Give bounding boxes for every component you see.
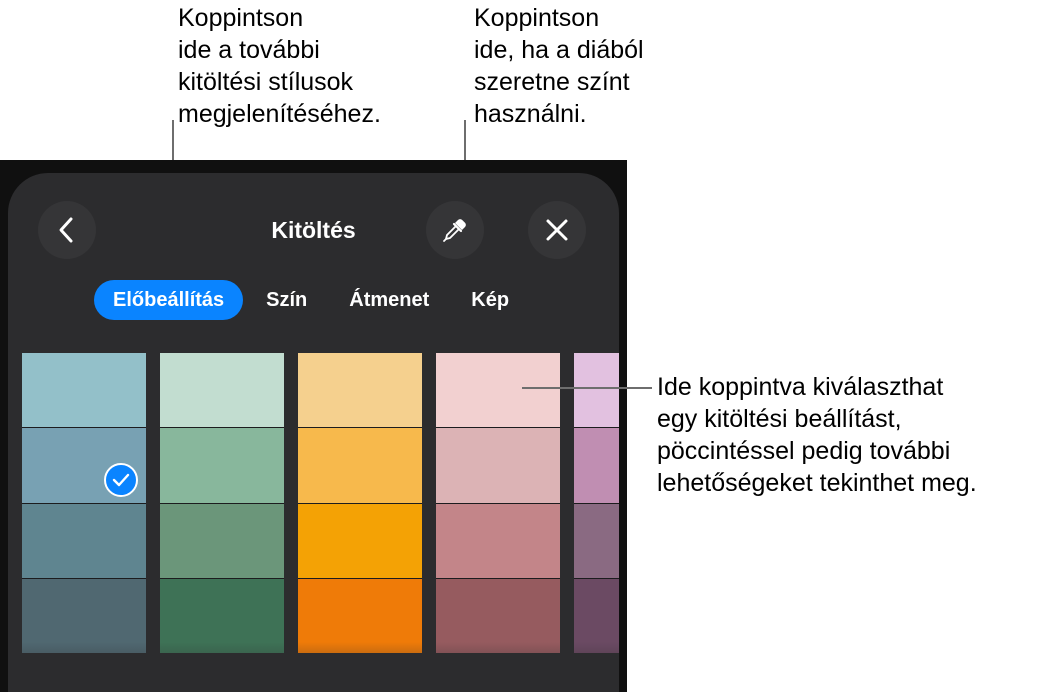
callout-fill-styles: Koppintson ide a további kitöltési stílu… xyxy=(178,4,381,128)
close-button[interactable] xyxy=(528,201,586,259)
swatch-cell[interactable] xyxy=(574,353,619,429)
tab-2[interactable]: Átmenet xyxy=(330,280,448,320)
swatch-cell[interactable] xyxy=(298,428,422,504)
callout-swatches: Ide koppintva kiválaszthat egy kitöltési… xyxy=(657,373,977,497)
panel-bottom-fade xyxy=(8,642,619,692)
swatch-cell[interactable] xyxy=(436,353,560,429)
swatch-cell[interactable] xyxy=(22,503,146,579)
swatch-column-0[interactable] xyxy=(22,353,146,653)
fill-panel: Kitöltés Előbeállítás Szín Átmenet Kép xyxy=(8,173,619,692)
swatch-column-1[interactable] xyxy=(160,353,284,653)
tab-3[interactable]: Kép xyxy=(452,280,528,320)
swatch-column-4[interactable] xyxy=(574,353,619,653)
tab-1[interactable]: Szín xyxy=(247,280,326,320)
swatch-cell[interactable] xyxy=(298,353,422,429)
swatch-cell[interactable] xyxy=(22,428,146,504)
callout-eyedropper: Koppintson ide, ha a diából szeretne szí… xyxy=(474,4,644,128)
swatch-cell[interactable] xyxy=(160,353,284,429)
leader-line-swatches xyxy=(522,387,652,389)
eyedropper-button[interactable] xyxy=(426,201,484,259)
swatch-strip[interactable] xyxy=(22,353,619,653)
swatch-cell[interactable] xyxy=(160,428,284,504)
swatch-cell[interactable] xyxy=(574,503,619,579)
eyedropper-icon xyxy=(443,219,466,242)
swatch-cell[interactable] xyxy=(574,428,619,504)
fill-type-tabs: Előbeállítás Szín Átmenet Kép xyxy=(94,280,532,320)
selected-checkmark-icon xyxy=(104,463,138,498)
swatch-column-2[interactable] xyxy=(298,353,422,653)
swatch-cell[interactable] xyxy=(22,353,146,429)
close-icon xyxy=(546,219,568,241)
swatch-cell[interactable] xyxy=(436,503,560,579)
swatch-cell[interactable] xyxy=(298,503,422,579)
swatch-cell[interactable] xyxy=(160,503,284,579)
tab-0[interactable]: Előbeállítás xyxy=(94,280,244,320)
swatch-cell[interactable] xyxy=(436,428,560,504)
swatch-column-3[interactable] xyxy=(436,353,560,653)
